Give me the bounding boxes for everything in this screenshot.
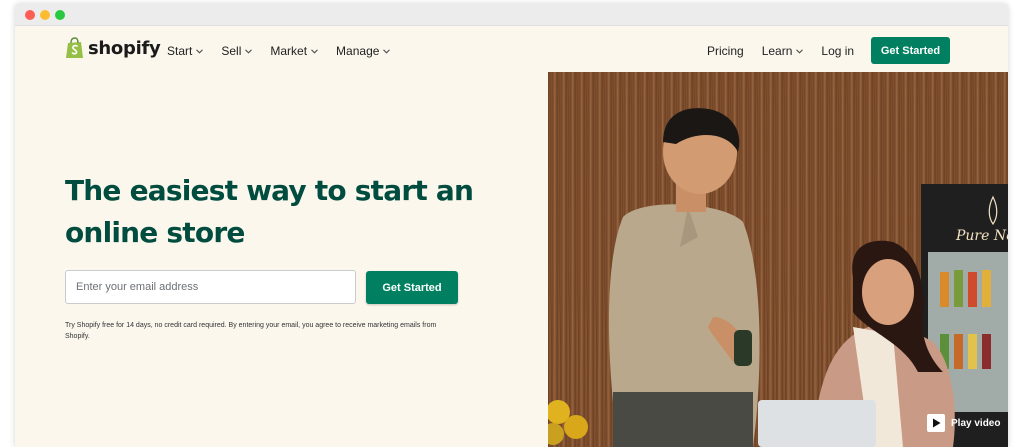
window-titlebar xyxy=(15,4,1008,26)
trial-disclaimer: Try Shopify free for 14 days, no credit … xyxy=(65,322,437,340)
chevron-down-icon xyxy=(196,48,204,54)
chevron-down-icon xyxy=(311,48,318,54)
play-video-label: Play video xyxy=(951,417,1001,429)
maximize-window-button[interactable] xyxy=(55,10,65,20)
nav-item-start[interactable]: Start xyxy=(167,44,204,58)
nav-item-label: Learn xyxy=(761,44,793,58)
hero-image: Pure Ne xyxy=(548,72,1008,447)
nav-item-label: Start xyxy=(167,44,193,58)
nav-item-label: Market xyxy=(270,44,308,58)
play-video-button[interactable]: Play video xyxy=(927,414,1000,432)
nav-get-started-button[interactable]: Get Started xyxy=(871,37,950,64)
shopping-bag-icon xyxy=(66,37,83,58)
hero-photo-illustration: Pure Ne xyxy=(548,72,1008,447)
minimize-window-button[interactable] xyxy=(40,10,50,20)
headline-line-2: online store xyxy=(65,216,245,249)
primary-menu: Start Sell Market Manage xyxy=(167,44,391,58)
nav-item-login[interactable]: Log in xyxy=(821,44,854,58)
chevron-down-icon xyxy=(383,48,391,54)
shopify-logo[interactable]: shopify xyxy=(65,37,161,59)
close-window-button[interactable] xyxy=(25,10,35,20)
hero-headline: The easiest way to start an online store xyxy=(65,170,485,254)
brand-name: shopify xyxy=(88,37,161,59)
top-navigation: shopify Start Sell Market Manage Pricing… xyxy=(15,26,1008,74)
browser-window: shopify Start Sell Market Manage Pricing… xyxy=(15,4,1008,447)
nav-item-label: Sell xyxy=(221,44,242,58)
nav-item-manage[interactable]: Manage xyxy=(336,44,391,58)
nav-item-market[interactable]: Market xyxy=(270,44,318,58)
nav-item-label: Pricing xyxy=(707,44,744,58)
nav-item-label: Log in xyxy=(821,44,855,58)
play-icon xyxy=(927,414,945,432)
email-input[interactable] xyxy=(65,270,356,304)
nav-item-sell[interactable]: Sell xyxy=(221,44,253,58)
chevron-down-icon xyxy=(245,48,253,54)
chevron-down-icon xyxy=(796,48,804,54)
secondary-menu: Pricing Learn Log in xyxy=(707,44,854,58)
nav-item-label: Manage xyxy=(336,44,380,58)
nav-item-pricing[interactable]: Pricing xyxy=(707,44,744,58)
nav-item-learn[interactable]: Learn xyxy=(762,44,804,58)
hero-get-started-button[interactable]: Get Started xyxy=(366,271,458,304)
headline-line-1: The easiest way to start an xyxy=(65,174,474,207)
fridge-sign-text: Pure Ne xyxy=(955,228,1008,244)
